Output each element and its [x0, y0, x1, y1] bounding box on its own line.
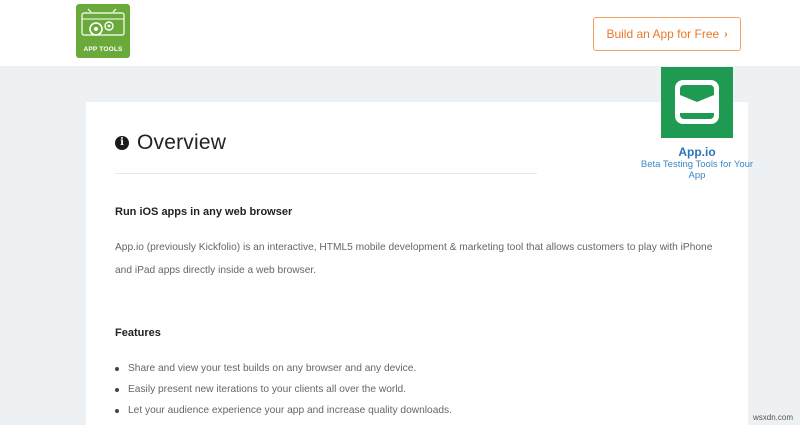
features-heading: Features [115, 327, 161, 339]
build-app-button[interactable]: Build an App for Free › [593, 17, 741, 51]
app-window-icon [675, 80, 719, 124]
logo-text: APP TOOLS [83, 46, 123, 53]
list-item: Let your audience experience your app an… [115, 400, 452, 421]
page-title: Overview [137, 131, 227, 154]
bullet-icon [115, 387, 119, 392]
app-tagline: Beta Testing Tools for Your App [640, 159, 754, 181]
list-item: Share and view your test builds on any b… [115, 358, 452, 379]
bullet-icon [115, 408, 119, 413]
info-icon: i [115, 136, 129, 150]
description-paragraph: App.io (previously Kickfolio) is an inte… [115, 242, 713, 276]
features-list: Share and view your test builds on any b… [115, 358, 452, 421]
chevron-right-icon: › [724, 28, 728, 40]
divider [115, 173, 537, 174]
overview-heading: i Overview [115, 131, 226, 155]
build-app-button-label: Build an App for Free [606, 27, 720, 41]
site-header: APP TOOLS Build an App for Free › [0, 0, 800, 66]
list-item: Easily present new iterations to your cl… [115, 379, 452, 400]
bullet-icon [115, 366, 119, 371]
subheading: Run iOS apps in any web browser [115, 206, 293, 218]
app-io-logo[interactable] [661, 67, 733, 138]
app-name-link[interactable]: App.io [634, 145, 760, 159]
watermark: wsxdn.com [752, 413, 793, 422]
app-tools-logo[interactable]: APP TOOLS [76, 4, 130, 58]
